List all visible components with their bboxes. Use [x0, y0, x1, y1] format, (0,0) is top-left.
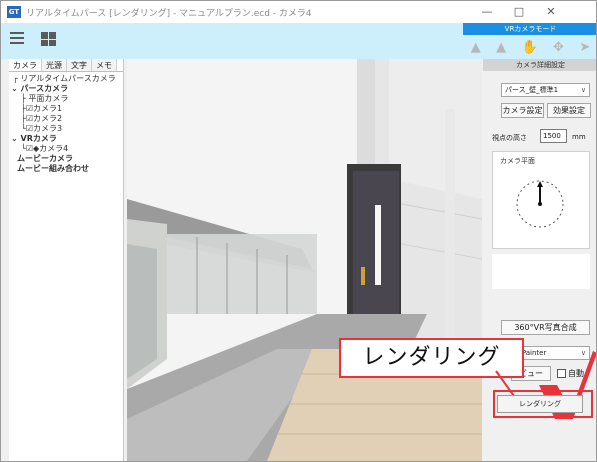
render-button[interactable]: レンダリング [497, 395, 583, 413]
tree-item-camera4[interactable]: └☑◆カメラ4 [9, 144, 123, 154]
tab-camera[interactable]: カメラ [9, 59, 42, 71]
eye-height-unit: mm [572, 133, 586, 141]
walk-icon[interactable]: ➤ [579, 40, 590, 55]
tree-item-perspective-cameras[interactable]: ⌄ パースカメラ [9, 84, 123, 94]
title-bar: GT リアルタイムパース [レンダリング] - マニュアルプラン.ecd - カ… [1, 1, 596, 23]
eye-height-label: 視点の高さ [492, 134, 527, 142]
maximize-button[interactable]: □ [503, 1, 535, 23]
app-icon: GT [7, 6, 21, 18]
tree-item-movie-combination[interactable]: ムービー組み合わせ [9, 164, 123, 174]
tree-item-movie-camera[interactable]: ムービーカメラ [9, 154, 123, 164]
window-title: リアルタイムパース [レンダリング] - マニュアルプラン.ecd - カメラ4 [26, 8, 312, 19]
select-arrow-icon[interactable]: ▲ [496, 40, 506, 55]
close-button[interactable]: ✕ [535, 1, 567, 23]
minimize-button[interactable]: — [471, 1, 503, 23]
chevron-down-icon: ∨ [580, 86, 586, 94]
eye-height-input[interactable]: 1500 [540, 129, 567, 143]
camera-plane-widget[interactable]: カメラ平面 [492, 151, 590, 249]
camera-detail-header: カメラ詳細設定 [483, 59, 596, 71]
vr-camera-mode-header: VRカメラモード [463, 23, 596, 35]
tree-item-camera3[interactable]: └☑カメラ3 [9, 124, 123, 134]
camera-tree: ┌ リアルタイムパースカメラ ⌄ パースカメラ ├ 平面カメラ ├☑カメラ1 ├… [9, 72, 123, 174]
effect-settings-button[interactable]: 効果設定 [547, 103, 591, 118]
tab-text[interactable]: 文字 [67, 59, 92, 71]
3d-render-viewport[interactable] [127, 59, 482, 461]
tree-item-vr-cameras[interactable]: ⌄ VRカメラ [9, 134, 123, 144]
camera-plane-label: カメラ平面 [499, 156, 536, 166]
panel-spacer [492, 254, 590, 289]
tab-memo[interactable]: メモ [92, 59, 117, 71]
grid-view-icon[interactable] [41, 32, 56, 46]
rendered-scene [127, 59, 482, 461]
tree-item-camera2[interactable]: ├☑カメラ2 [9, 114, 123, 124]
camera-settings-button[interactable]: カメラ設定 [501, 103, 544, 118]
camera-tree-panel: カメラ 光源 文字 メモ ┌ リアルタイムパースカメラ ⌄ パースカメラ ├ 平… [9, 59, 124, 461]
tree-item-realtime-camera[interactable]: ┌ リアルタイムパースカメラ [9, 74, 123, 84]
application-window: GT リアルタイムパース [レンダリング] - マニュアルプラン.ecd - カ… [0, 0, 597, 462]
tab-light[interactable]: 光源 [42, 59, 67, 71]
preset-select[interactable]: パース_壁_標準1 ∨ [501, 83, 590, 97]
hand-pan-icon[interactable]: ✋ [521, 40, 537, 55]
left-panel-tabs: カメラ 光源 文字 メモ [9, 59, 123, 72]
camera-direction-compass [516, 180, 564, 228]
move-cross-icon[interactable]: ✥ [553, 40, 564, 55]
hamburger-menu-icon[interactable] [10, 32, 24, 46]
vr-navigation-icons: ▲ ▲ ✋ ✥ ➤ [463, 37, 596, 57]
tree-item-plan-camera[interactable]: ├ 平面カメラ [9, 94, 123, 104]
pointer-icon[interactable]: ▲ [471, 40, 481, 55]
tree-item-camera1[interactable]: ├☑カメラ1 [9, 104, 123, 114]
vr-photo-compose-button[interactable]: 360°VR写真合成 [501, 320, 590, 335]
